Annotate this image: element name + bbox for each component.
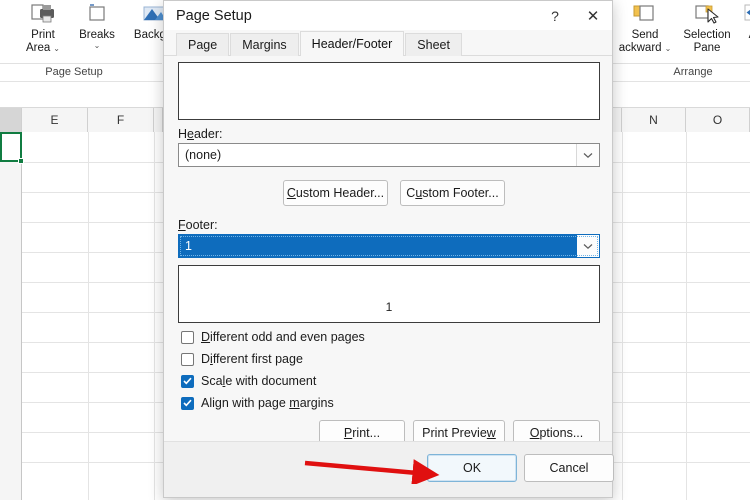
checkbox-align-with-page-margins[interactable] [181, 396, 194, 410]
column-header-rowcorner[interactable] [0, 108, 22, 132]
dialog-title-bar[interactable]: Page Setup ? ✕ [164, 1, 612, 30]
dialog-body: Header: (none) Custom Header... Cu stom F… [164, 56, 612, 446]
row-headers [0, 132, 22, 500]
dialog-tabs: Page Margins Header/Footer Sheet [164, 30, 612, 56]
checkbox-label-align-with-page-margins: Align with page margins [201, 396, 334, 410]
ribbon-button-print-area-label-1: Print [31, 29, 55, 41]
ribbon-button-selection-pane[interactable]: Selection Pane [676, 0, 738, 55]
column-header-f[interactable]: F [88, 108, 154, 132]
footer-dropdown-value: 1 [185, 239, 192, 253]
footer-preview-box: 1 [178, 265, 600, 323]
footer-preview-text: 1 [385, 300, 393, 314]
checkbox-different-odd-even[interactable] [181, 330, 194, 344]
header-dropdown[interactable]: (none) [178, 143, 600, 167]
page-setup-dialog: Page Setup ? ✕ Page Margins Header/Foote… [163, 0, 614, 498]
checkbox-row-scale-with-document[interactable]: Scale with document [181, 374, 316, 388]
column-header-n[interactable]: N [622, 108, 686, 132]
ribbon-group-page-setup: Size ⌄ Print Area ⌄ [0, 0, 176, 82]
ribbon-button-print-area[interactable]: Print Area ⌄ [16, 0, 70, 55]
dialog-footer: OK Cancel [164, 441, 614, 497]
tab-sheet[interactable]: Sheet [405, 33, 462, 56]
chevron-down-icon[interactable]: ⌄ [665, 44, 672, 53]
column-header-o[interactable]: O [686, 108, 750, 132]
ribbon-button-size[interactable]: Size ⌄ [0, 0, 16, 50]
custom-footer-button[interactable]: Cu stom Footer... [400, 180, 505, 206]
checkbox-different-first-page[interactable] [181, 352, 194, 366]
chevron-down-icon[interactable] [576, 144, 599, 166]
footer-label: Footer: [178, 218, 218, 232]
help-icon[interactable]: ? [536, 1, 574, 30]
header-dropdown-value: (none) [185, 148, 222, 162]
grid-line [88, 132, 89, 500]
ribbon-button-selection-pane-label-1: Selection [683, 29, 731, 41]
close-icon[interactable]: ✕ [574, 1, 612, 30]
fill-handle[interactable] [18, 158, 24, 164]
print-area-icon [30, 3, 56, 27]
ribbon-button-send-backward[interactable]: Send ackward ⌄ [614, 0, 676, 55]
chevron-down-icon[interactable] [576, 235, 599, 257]
ribbon-button-print-area-label-2: Area [26, 42, 51, 54]
column-header-e[interactable]: E [22, 108, 88, 132]
checkbox-label-different-first-page: Different first page [201, 352, 303, 366]
column-header-partial-left [154, 108, 163, 132]
tab-page[interactable]: Page [176, 33, 230, 56]
ribbon-button-align[interactable]: Ali ⌄ [738, 0, 750, 50]
tab-margins[interactable]: Margins [230, 33, 299, 56]
ribbon-button-send-backward-label-1: Send [631, 29, 659, 41]
ribbon-group-label-arrange: Arrange [608, 63, 750, 78]
chevron-down-icon[interactable]: ⌄ [94, 42, 101, 50]
custom-header-button[interactable]: Custom Header... [283, 180, 388, 206]
ribbon-group-label-page-setup: Page Setup [0, 63, 162, 78]
selection-pane-icon [693, 3, 721, 27]
dialog-title: Page Setup [176, 7, 252, 24]
checkbox-row-align-with-page-margins[interactable]: Align with page margins [181, 396, 334, 410]
checkbox-row-different-odd-even[interactable]: Different odd and even pages [181, 330, 365, 344]
cancel-button[interactable]: Cancel [524, 454, 614, 482]
send-backward-icon [632, 3, 658, 27]
ok-button[interactable]: OK [427, 454, 517, 482]
checkbox-label-scale-with-document: Scale with document [201, 374, 317, 388]
checkbox-scale-with-document[interactable] [181, 374, 194, 388]
ribbon-group-arrange: Send ackward ⌄ Selection Pane Arrange [608, 0, 750, 82]
ribbon-button-breaks[interactable]: Breaks ⌄ [70, 0, 124, 50]
header-label: Header: [178, 127, 223, 141]
chevron-down-icon[interactable]: ⌄ [53, 44, 60, 53]
grid-line [686, 132, 687, 500]
header-preview-box [178, 62, 600, 120]
checkbox-row-different-first-page[interactable]: Different first page [181, 352, 303, 366]
align-icon [744, 3, 750, 27]
page-breaks-icon [86, 3, 108, 27]
column-header-partial-right [613, 108, 622, 132]
tab-header-footer[interactable]: Header/Footer [299, 31, 405, 56]
ribbon-button-selection-pane-label-2: Pane [693, 42, 721, 54]
grid-line [622, 132, 623, 500]
ribbon-button-send-backward-label-2: ackward [618, 42, 662, 54]
checkbox-label-different-odd-even: Different odd and even pages [201, 330, 365, 344]
grid-line [154, 132, 155, 500]
footer-dropdown[interactable]: 1 [178, 234, 600, 258]
